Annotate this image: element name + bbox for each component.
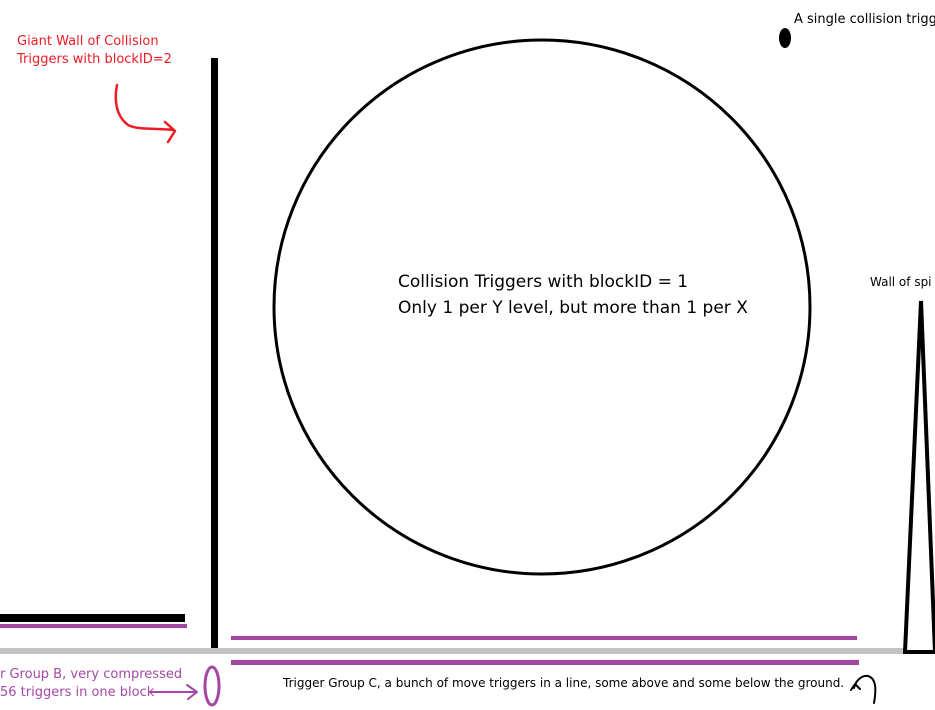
circle-label-line2: Only 1 per Y level, but more than 1 per … [398, 298, 748, 318]
giant-wall-arrow [114, 83, 177, 144]
giant-wall-label-line2: Triggers with blockID=2 [17, 52, 172, 67]
group-c-line-below [231, 660, 859, 665]
group-c-label: Trigger Group C, a bunch of move trigger… [283, 676, 845, 690]
left-trigger-line [0, 624, 187, 628]
group-c-arrow [850, 674, 877, 704]
single-trigger-label: A single collision trigge [794, 12, 935, 27]
spikes-label: Wall of spi [870, 275, 932, 289]
group-c-line-above [231, 636, 857, 640]
paint-diagram: Giant Wall of Collision Triggers with bl… [0, 0, 935, 710]
diagram-svg [0, 28, 935, 707]
giant-wall-label-line1: Giant Wall of Collision [17, 34, 159, 49]
left-ground-block [0, 614, 185, 622]
single-trigger-dot [779, 28, 791, 48]
circle-label-line1: Collision Triggers with blockID = 1 [398, 272, 689, 292]
group-b-arrow [149, 684, 198, 700]
ground-line [0, 648, 935, 654]
spike-shape [902, 300, 935, 654]
giant-wall [211, 58, 218, 648]
group-b-ellipse [203, 665, 221, 707]
group-b-label-line1: r Group B, very compressed [0, 667, 183, 682]
group-b-label-line2: 56 triggers in one block [0, 685, 155, 700]
